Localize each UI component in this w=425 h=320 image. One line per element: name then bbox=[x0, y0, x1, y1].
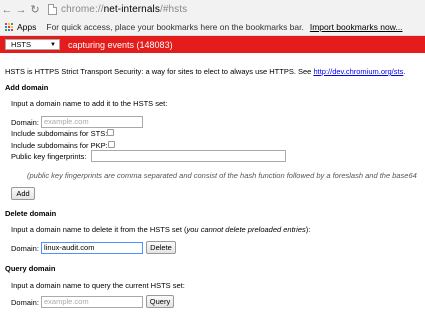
delete-instruction-suffix: ): bbox=[305, 225, 311, 234]
bookmarks-hint: For quick access, place your bookmarks h… bbox=[46, 22, 304, 32]
dropdown-arrow-icon: ▼ bbox=[50, 41, 56, 48]
delete-instruction-prefix: Input a domain name to delete it from th… bbox=[11, 225, 187, 234]
query-domain-heading: Query domain bbox=[5, 264, 56, 273]
view-select-value: HSTS bbox=[11, 40, 32, 49]
reload-icon[interactable]: ↻ bbox=[28, 3, 42, 17]
fingerprints-note: (public key fingerprints are comma separ… bbox=[27, 171, 417, 180]
bookmarks-bar: Apps For quick access, place your bookma… bbox=[0, 19, 425, 36]
add-button[interactable]: Add bbox=[11, 187, 35, 200]
delete-instruction-note: you cannot delete preloaded entries bbox=[186, 225, 306, 234]
intro-text: HSTS is HTTPS Strict Transport Security:… bbox=[5, 67, 405, 76]
browser-toolbar: ← → ↻ chrome://net-internals/#hsts bbox=[0, 0, 425, 19]
delete-button[interactable]: Delete bbox=[146, 241, 176, 254]
query-button[interactable]: Query bbox=[146, 295, 174, 308]
view-select[interactable]: HSTS ▼ bbox=[5, 39, 60, 50]
delete-domain-label: Domain: bbox=[11, 244, 39, 253]
add-domain-label: Domain: bbox=[11, 118, 39, 127]
add-domain-input[interactable]: example.com bbox=[41, 116, 143, 128]
add-domain-heading: Add domain bbox=[5, 83, 49, 92]
add-domain-instruction: Input a domain name to add it to the HST… bbox=[11, 99, 168, 108]
delete-domain-heading: Delete domain bbox=[5, 209, 57, 218]
url-scheme: chrome:// bbox=[61, 4, 104, 15]
apps-shortcut[interactable]: Apps bbox=[17, 22, 36, 32]
capture-status: capturing events (148083) bbox=[68, 39, 173, 50]
fingerprints-input[interactable] bbox=[91, 150, 286, 162]
fingerprints-label: Public key fingerprints: bbox=[11, 152, 87, 161]
address-bar[interactable]: chrome://net-internals/#hsts bbox=[61, 4, 187, 15]
back-icon[interactable]: ← bbox=[0, 3, 14, 17]
hsts-panel: HSTS is HTTPS Strict Transport Security:… bbox=[0, 53, 425, 320]
sts-docs-link[interactable]: http://dev.chromium.org/sts bbox=[313, 67, 403, 76]
forward-icon[interactable]: → bbox=[14, 3, 28, 17]
pkp-subdomains-checkbox[interactable] bbox=[108, 141, 115, 148]
page-icon bbox=[48, 4, 57, 15]
query-domain-label: Domain: bbox=[11, 298, 39, 307]
intro-suffix: . bbox=[403, 67, 406, 76]
delete-domain-input[interactable]: linux-audit.com bbox=[41, 242, 143, 254]
url-path: /#hsts bbox=[159, 4, 188, 15]
url-host: net-internals bbox=[103, 4, 160, 15]
apps-grid-icon[interactable] bbox=[5, 22, 14, 32]
query-domain-instruction: Input a domain name to query the current… bbox=[11, 281, 185, 290]
query-domain-input[interactable]: example.com bbox=[41, 296, 143, 308]
pkp-subdomains-label: Include subdomains for PKP: bbox=[11, 141, 108, 150]
sts-subdomains-label: Include subdomains for STS: bbox=[11, 129, 108, 138]
delete-domain-instruction: Input a domain name to delete it from th… bbox=[11, 225, 310, 234]
intro-description: HSTS is HTTPS Strict Transport Security:… bbox=[5, 67, 314, 76]
status-bar: HSTS ▼ capturing events (148083) bbox=[0, 36, 425, 53]
sts-subdomains-checkbox[interactable] bbox=[107, 129, 114, 136]
import-bookmarks-link[interactable]: Import bookmarks now... bbox=[310, 22, 403, 32]
